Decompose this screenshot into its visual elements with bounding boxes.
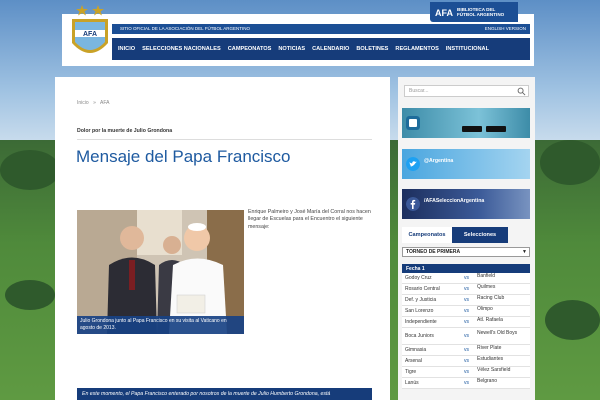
fixture-away: River Plate — [477, 345, 502, 351]
fixture-row[interactable]: Gimnasia vs River Plate — [402, 345, 530, 356]
chevron-down-icon: ▼ — [522, 249, 527, 255]
fixture-vs: vs — [464, 369, 469, 375]
fixture-row[interactable]: Boca Juniors vs Newell's Old Boys — [402, 328, 530, 345]
article-quote: En este momento, el Papa Francisco enter… — [77, 388, 372, 400]
fixture-home: Gimnasia — [405, 347, 427, 353]
tree — [0, 150, 60, 190]
nav-menu: INICIO SELECCIONES NACIONALES CAMPEONATO… — [118, 38, 489, 60]
fixture-row[interactable]: Arsenal vs Estudiantes — [402, 356, 530, 367]
breadcrumb-inicio[interactable]: Inicio — [77, 100, 89, 106]
main-content: Inicio » AFA Dolor por la muerte de Juli… — [55, 77, 390, 400]
tree — [540, 140, 600, 185]
fixture-away: Vélez Sarsfield — [477, 367, 511, 373]
institution-text: SITIO OFICIAL DE LA ASOCIACIÓN DEL FÚTBO… — [120, 26, 251, 31]
fixture-row[interactable]: Tigre vs Vélez Sarsfield — [402, 367, 530, 378]
fixture-row[interactable]: Rosario Central vs Quilmes — [402, 284, 530, 295]
fixture-home: Arsenal — [405, 358, 422, 364]
fixture-away: Quilmes — [477, 284, 496, 290]
fixture-row[interactable]: Lanús vs Belgrano — [402, 378, 530, 389]
main-navbar: INICIO SELECCIONES NACIONALES CAMPEONATO… — [112, 38, 530, 60]
twitter-banner[interactable]: @Argentina — [402, 149, 530, 179]
facebook-banner[interactable]: /AFASeleccionArgentina — [402, 189, 530, 219]
afa-crest-logo[interactable]: AFA — [68, 3, 112, 65]
biblioteca-line2: FÚTBOL ARGENTINO — [457, 12, 505, 17]
fixture-home: Rosario Central — [405, 286, 440, 292]
nav-inicio[interactable]: INICIO — [118, 46, 135, 52]
fixture-vs: vs — [464, 358, 469, 364]
fixture-row[interactable]: San Lorenzo vs Olimpo — [402, 306, 530, 317]
nav-noticias[interactable]: NOTICIAS — [278, 46, 305, 52]
fecha-header: Fecha 1 — [402, 264, 530, 273]
biblioteca-banner[interactable]: AFA BIBLIOTECA DEL FÚTBOL ARGENTINO — [430, 2, 518, 22]
search-placeholder: Buscar... — [409, 88, 429, 94]
nav-reglamentos[interactable]: REGLAMENTOS — [395, 46, 438, 52]
facebook-banner-label: /AFASeleccionArgentina — [424, 198, 485, 204]
facebook-icon — [406, 197, 420, 211]
fixture-away: Olimpo — [477, 306, 493, 312]
tree — [5, 280, 55, 310]
fixture-home: Def. y Justicia — [405, 297, 437, 303]
fixture-row[interactable]: Godoy Cruz vs Banfield — [402, 273, 530, 284]
google-play-badge[interactable] — [486, 126, 506, 132]
article-body: Enrique Palmeiro y José María del Corral… — [248, 209, 371, 230]
app-icon — [406, 116, 420, 130]
fixture-vs: vs — [464, 297, 469, 303]
fixture-home: Lanús — [405, 380, 419, 386]
svg-text:AFA: AFA — [83, 31, 97, 38]
fixture-vs: vs — [464, 275, 469, 281]
fixture-vs: vs — [464, 286, 469, 292]
fixture-vs: vs — [464, 333, 469, 339]
fixtures-list: Godoy Cruz vs Banfield Rosario Central v… — [402, 273, 530, 389]
photo-caption: Julio Grondona junto al Papa Francisco e… — [77, 316, 244, 334]
article-subhead: Dolor por la muerte de Julio Grondona — [77, 128, 173, 134]
tab-selecciones[interactable]: Selecciones — [452, 227, 508, 243]
fixture-away: Racing Club — [477, 295, 505, 301]
fixture-home: San Lorenzo — [405, 308, 434, 314]
fixture-row[interactable]: Def. y Justicia vs Racing Club — [402, 295, 530, 306]
fixture-away: Banfield — [477, 273, 496, 279]
afa-mini-logo: AFA — [435, 8, 454, 18]
tree — [545, 300, 600, 340]
biblioteca-label: BIBLIOTECA DEL FÚTBOL ARGENTINO — [457, 7, 515, 17]
tournament-select-value: TORNEO DE PRIMERA — [406, 249, 461, 255]
breadcrumb-afa[interactable]: AFA — [100, 100, 109, 106]
breadcrumb-separator: » — [93, 100, 96, 106]
search-input[interactable]: Buscar... — [404, 85, 529, 97]
fixture-vs: vs — [464, 308, 469, 314]
app-store-badge[interactable] — [462, 126, 482, 132]
fixture-row[interactable]: Independiente vs Atl. Rafaela — [402, 317, 530, 328]
fixture-away: Estudiantes — [477, 356, 504, 362]
fixture-home: Boca Juniors — [405, 333, 434, 339]
fixture-home: Tigre — [405, 369, 417, 375]
twitter-banner-label: @Argentina — [424, 158, 454, 164]
nav-boletines[interactable]: BOLETINES — [356, 46, 388, 52]
fixture-vs: vs — [464, 380, 469, 386]
search-icon[interactable] — [517, 87, 526, 96]
fixture-away: Atl. Rafaela — [477, 317, 503, 323]
fixture-vs: vs — [464, 319, 469, 325]
tab-campeonatos[interactable]: Campeonatos — [402, 227, 452, 243]
tournament-select[interactable]: TORNEO DE PRIMERA ▼ — [402, 247, 530, 257]
nav-calendario[interactable]: CALENDARIO — [312, 46, 349, 52]
fixture-home: Godoy Cruz — [405, 275, 432, 281]
sidebar: Buscar... @Argentina /AFASeleccionArgent… — [398, 77, 535, 400]
divider — [77, 139, 372, 140]
app-banner[interactable] — [402, 108, 530, 138]
nav-selecciones[interactable]: SELECCIONES NACIONALES — [142, 46, 221, 52]
svg-text:AFA: AFA — [435, 8, 454, 18]
fixture-away: Newell's Old Boys — [477, 330, 518, 336]
fixture-away: Belgrano — [477, 378, 498, 384]
nav-campeonatos[interactable]: CAMPEONATOS — [228, 46, 272, 52]
english-version-link[interactable]: ENGLISH VERSION — [485, 24, 526, 34]
sidebar-tabs: Campeonatos Selecciones — [402, 227, 530, 243]
page-title: Mensaje del Papa Francisco — [76, 147, 291, 166]
twitter-icon — [406, 157, 420, 171]
top-bar: SITIO OFICIAL DE LA ASOCIACIÓN DEL FÚTBO… — [112, 24, 530, 34]
breadcrumb: Inicio » AFA — [77, 100, 112, 106]
fixture-vs: vs — [464, 347, 469, 353]
nav-institucional[interactable]: INSTITUCIONAL — [446, 46, 489, 52]
fixture-home: Independiente — [405, 319, 437, 325]
